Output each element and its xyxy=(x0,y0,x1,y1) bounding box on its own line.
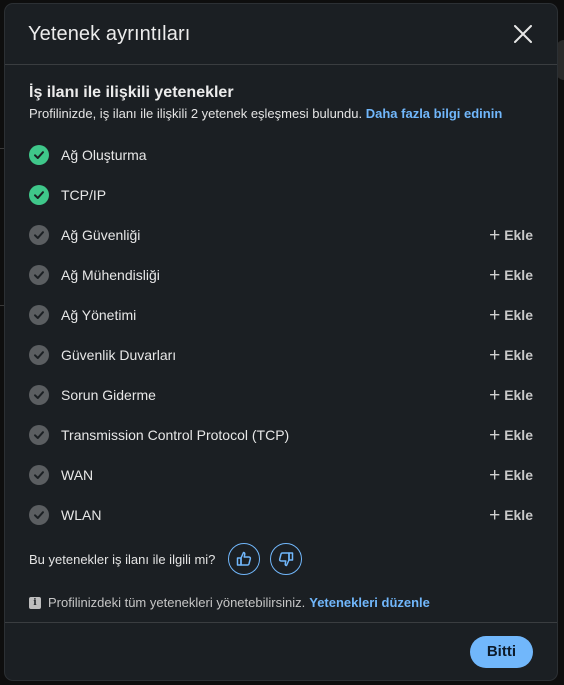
edit-skills-link[interactable]: Yetenekleri düzenle xyxy=(309,595,430,610)
info-text: Profilinizdeki tüm yetenekleri yönetebil… xyxy=(48,595,306,610)
add-skill-button[interactable]: + Ekle xyxy=(489,306,533,325)
modal-footer: Bitti xyxy=(5,622,557,680)
check-unmatched-icon xyxy=(29,425,49,445)
thumbs-up-icon xyxy=(237,551,252,566)
add-label: Ekle xyxy=(504,267,533,283)
add-skill-button[interactable]: + Ekle xyxy=(489,226,533,245)
skill-row: Ağ Mühendisliği + Ekle xyxy=(29,255,533,295)
skill-name: Güvenlik Duvarları xyxy=(61,347,177,363)
modal-body: İş ilanı ile ilişkili yetenekler Profili… xyxy=(5,65,557,610)
check-matched-icon xyxy=(29,145,49,165)
skill-details-modal: Yetenek ayrıntıları İş ilanı ile ilişkil… xyxy=(5,4,557,680)
plus-icon: + xyxy=(489,424,501,446)
skill-info: TCP/IP xyxy=(29,185,106,205)
skill-name: Ağ Mühendisliği xyxy=(61,267,160,283)
add-skill-button[interactable]: + Ekle xyxy=(489,346,533,365)
skill-info: Sorun Giderme xyxy=(29,385,156,405)
check-unmatched-icon xyxy=(29,265,49,285)
skill-row: Transmission Control Protocol (TCP) + Ekle xyxy=(29,415,533,455)
skill-info: Ağ Oluşturma xyxy=(29,145,147,165)
skill-info: WLAN xyxy=(29,505,101,525)
skill-info: WAN xyxy=(29,465,93,485)
add-label: Ekle xyxy=(504,387,533,403)
thumbs-down-button[interactable] xyxy=(270,543,303,575)
plus-icon: + xyxy=(489,304,501,326)
plus-icon: + xyxy=(489,504,501,526)
thumbs-up-button[interactable] xyxy=(228,543,261,575)
skill-name: Ağ Güvenliği xyxy=(61,227,141,243)
manage-skills-info: i Profilinizdeki tüm yetenekleri yöneteb… xyxy=(29,595,533,610)
section-subtitle: Profilinizde, iş ilanı ile ilişkili 2 ye… xyxy=(29,106,533,121)
skill-info: Ağ Yönetimi xyxy=(29,305,136,325)
skill-row: Güvenlik Duvarları + Ekle xyxy=(29,335,533,375)
skill-row: Ağ Güvenliği + Ekle xyxy=(29,215,533,255)
modal-header: Yetenek ayrıntıları xyxy=(5,4,557,65)
info-icon: i xyxy=(29,596,41,609)
relevance-feedback: Bu yetenekler iş ilanı ile ilgili mi? xyxy=(29,541,533,577)
add-skill-button[interactable]: + Ekle xyxy=(489,426,533,445)
skill-info: Ağ Güvenliği xyxy=(29,225,140,245)
check-unmatched-icon xyxy=(29,505,49,525)
skill-row: WAN + Ekle xyxy=(29,455,533,495)
plus-icon: + xyxy=(489,344,501,366)
skill-row: WLAN + Ekle xyxy=(29,495,533,535)
modal-title: Yetenek ayrıntıları xyxy=(28,22,191,45)
add-label: Ekle xyxy=(504,227,533,243)
skill-list: Ağ Oluşturma TCP/IP Ağ Güvenliği + Ekle Ağ Mü… xyxy=(29,135,533,535)
skill-row: Sorun Giderme + Ekle xyxy=(29,375,533,415)
learn-more-link[interactable]: Daha fazla bilgi edinin xyxy=(366,106,503,121)
check-unmatched-icon xyxy=(29,385,49,405)
close-icon xyxy=(514,25,532,43)
add-skill-button[interactable]: + Ekle xyxy=(489,266,533,285)
done-button[interactable]: Bitti xyxy=(469,635,533,668)
plus-icon: + xyxy=(489,384,501,406)
add-label: Ekle xyxy=(504,307,533,323)
skill-name: WAN xyxy=(61,467,94,483)
plus-icon: + xyxy=(489,264,501,286)
skill-name: Ağ Yönetimi xyxy=(61,307,137,323)
skill-name: WLAN xyxy=(61,507,102,523)
close-button[interactable] xyxy=(509,20,537,48)
skill-name: Sorun Giderme xyxy=(61,387,156,403)
plus-icon: + xyxy=(489,464,501,486)
skill-row: Ağ Yönetimi + Ekle xyxy=(29,295,533,335)
skill-info: Transmission Control Protocol (TCP) xyxy=(29,425,289,445)
feedback-question: Bu yetenekler iş ilanı ile ilgili mi? xyxy=(29,551,216,567)
skill-row: Ağ Oluşturma xyxy=(29,135,533,175)
add-label: Ekle xyxy=(504,467,533,483)
skill-row: TCP/IP xyxy=(29,175,533,215)
add-label: Ekle xyxy=(504,507,533,523)
check-unmatched-icon xyxy=(29,305,49,325)
section-title: İş ilanı ile ilişkili yetenekler xyxy=(29,84,234,101)
add-skill-button[interactable]: + Ekle xyxy=(489,506,533,525)
add-label: Ekle xyxy=(504,347,533,363)
check-matched-icon xyxy=(29,185,49,205)
backdrop-element xyxy=(556,40,564,80)
check-unmatched-icon xyxy=(29,345,49,365)
skill-info: Ağ Mühendisliği xyxy=(29,265,160,285)
subtitle-text: Profilinizde, iş ilanı ile ilişkili 2 ye… xyxy=(29,106,363,121)
skill-name: Ağ Oluşturma xyxy=(61,147,147,163)
check-unmatched-icon xyxy=(29,225,49,245)
check-unmatched-icon xyxy=(29,465,49,485)
thumbs-down-icon xyxy=(279,552,294,567)
skill-name: Transmission Control Protocol (TCP) xyxy=(61,427,290,443)
add-skill-button[interactable]: + Ekle xyxy=(489,386,533,405)
add-skill-button[interactable]: + Ekle xyxy=(489,466,533,485)
plus-icon: + xyxy=(489,224,501,246)
skill-name: TCP/IP xyxy=(61,187,107,203)
skill-info: Güvenlik Duvarları xyxy=(29,345,176,365)
add-label: Ekle xyxy=(504,427,533,443)
